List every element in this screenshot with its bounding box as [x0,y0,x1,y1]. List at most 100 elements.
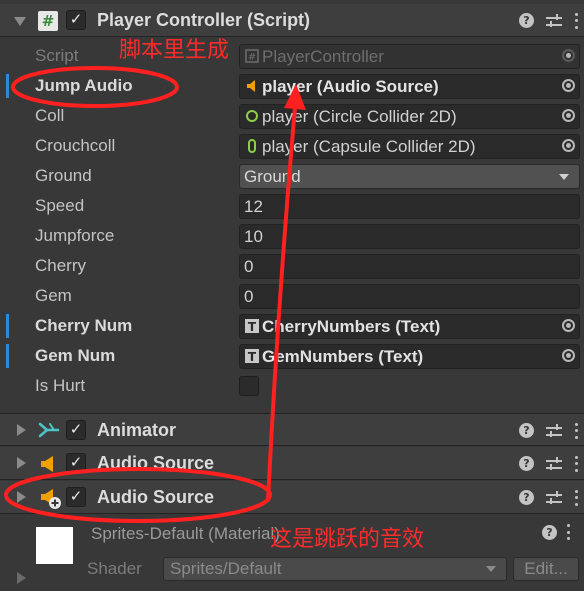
field-value: player (Circle Collider 2D) [262,107,457,126]
object-picker-icon[interactable] [562,109,575,122]
cherry-num-field[interactable]: T CherryNumbers (Text) [239,314,580,339]
field-row-coll: Coll player (Circle Collider 2D) [0,101,584,131]
presets-icon[interactable] [546,456,562,471]
field-value: Ground [244,167,301,186]
field-row-cherry: Cherry 0 [0,251,584,281]
object-picker-icon[interactable] [562,79,575,92]
svg-text:T: T [248,320,257,333]
field-row-ground: Ground Ground [0,161,584,191]
dropdown-arrow-icon [559,174,569,180]
jumpforce-input[interactable]: 10 [239,224,580,249]
audio-source-icon [247,80,255,92]
field-label: Cherry Num [35,316,133,335]
material-preview [36,527,73,564]
text-component-icon: T [245,319,259,333]
component-title: Audio Source [97,453,215,473]
field-row-jumpforce: Jumpforce 10 [0,221,584,251]
circle-collider-icon [246,110,258,122]
more-options-icon[interactable] [574,12,578,29]
object-picker-icon[interactable] [562,349,575,362]
animator-header[interactable]: ✓ Animator ? [0,413,584,446]
help-icon[interactable]: ? [519,490,534,505]
object-picker-icon[interactable] [562,319,575,332]
shader-label: Shader [87,559,142,578]
player-controller-header[interactable]: # ✓ Player Controller (Script) ? [0,4,584,37]
crouchcoll-field[interactable]: player (Capsule Collider 2D) [239,134,580,159]
modified-marker [6,314,9,338]
presets-icon[interactable] [546,490,562,505]
svg-text:#: # [248,52,256,63]
field-label: Speed [35,196,85,215]
component-title: Animator [97,420,177,440]
svg-text:#: # [42,12,55,30]
gem-num-field[interactable]: T GemNumbers (Text) [239,344,580,369]
script-hash-icon: # [38,11,58,31]
help-icon[interactable]: ? [519,456,534,471]
field-label: Coll [35,106,65,125]
shader-value: Sprites/Default [170,559,282,578]
field-row-crouchcoll: Crouchcoll player (Capsule Collider 2D) [0,131,584,161]
ground-dropdown[interactable]: Ground [239,164,580,189]
help-icon[interactable]: ? [519,423,534,438]
field-label: Jump Audio [35,76,133,95]
jump-audio-field[interactable]: player (Audio Source) [239,74,580,99]
material-more-options-icon[interactable] [566,524,570,540]
field-row-gem-num: Gem Num T GemNumbers (Text) [0,341,584,371]
presets-icon[interactable] [546,13,562,28]
speed-input[interactable]: 12 [239,194,580,219]
material-help-icon[interactable]: ? [542,525,557,540]
enabled-checkbox[interactable]: ✓ [66,10,86,30]
script-field[interactable]: # PlayerController [239,44,580,69]
foldout-arrow-icon[interactable] [17,424,26,436]
annotation-top-text: 脚本里生成 [119,38,230,63]
audio-source-add-icon [41,489,61,509]
modified-marker [6,344,9,368]
field-value: player (Capsule Collider 2D) [262,137,476,156]
field-row-script: Script # PlayerController [0,41,584,71]
capsule-collider-icon [248,139,256,153]
foldout-arrow-icon[interactable] [14,17,26,26]
field-row-speed: Speed 12 [0,191,584,221]
field-row-cherry-num: Cherry Num T CherryNumbers (Text) [0,311,584,341]
component-title: Audio Source [97,487,215,507]
field-label: Gem [35,286,72,305]
script-file-icon: # [245,49,259,63]
field-label: Cherry [35,256,87,275]
enabled-checkbox[interactable]: ✓ [66,453,86,473]
field-label: Jumpforce [35,226,115,245]
material-foldout-icon[interactable] [17,572,26,584]
svg-text:T: T [248,350,257,363]
enabled-checkbox[interactable]: ✓ [66,420,86,440]
object-picker-icon[interactable] [562,139,575,152]
field-row-jump-audio: Jump Audio player (Audio Source) [0,71,584,101]
more-options-icon[interactable] [574,422,578,439]
audio-source-header[interactable]: ✓ Audio Source ? [0,447,584,480]
modified-marker [6,74,9,98]
presets-icon[interactable] [546,423,562,438]
cherry-input[interactable]: 0 [239,254,580,279]
audio-source-header-added[interactable]: ✓ Audio Source ? [0,481,584,514]
material-name: Sprites-Default (Material) [91,524,280,543]
field-value: PlayerController [262,47,384,66]
help-icon[interactable]: ? [519,13,534,28]
dropdown-arrow-icon [486,566,496,572]
more-options-icon[interactable] [574,489,578,506]
enabled-checkbox[interactable]: ✓ [66,487,86,507]
field-value: CherryNumbers (Text) [262,317,441,336]
coll-field[interactable]: player (Circle Collider 2D) [239,104,580,129]
gem-input[interactable]: 0 [239,284,580,309]
more-options-icon[interactable] [574,455,578,472]
is-hurt-checkbox[interactable] [239,376,259,396]
foldout-arrow-icon[interactable] [17,457,26,469]
object-picker-icon[interactable] [562,49,575,62]
shader-dropdown[interactable]: Sprites/Default [163,557,507,581]
field-label: Gem Num [35,346,116,365]
field-row-is-hurt: Is Hurt [0,371,584,401]
edit-shader-button[interactable]: Edit... [513,557,579,581]
field-value: player (Audio Source) [262,77,439,96]
animator-icon [38,422,60,438]
annotation-bottom-text: 这是跳跃的音效 [270,527,425,552]
field-row-gem: Gem 0 [0,281,584,311]
audio-source-icon [41,456,53,472]
foldout-arrow-icon[interactable] [17,491,26,503]
